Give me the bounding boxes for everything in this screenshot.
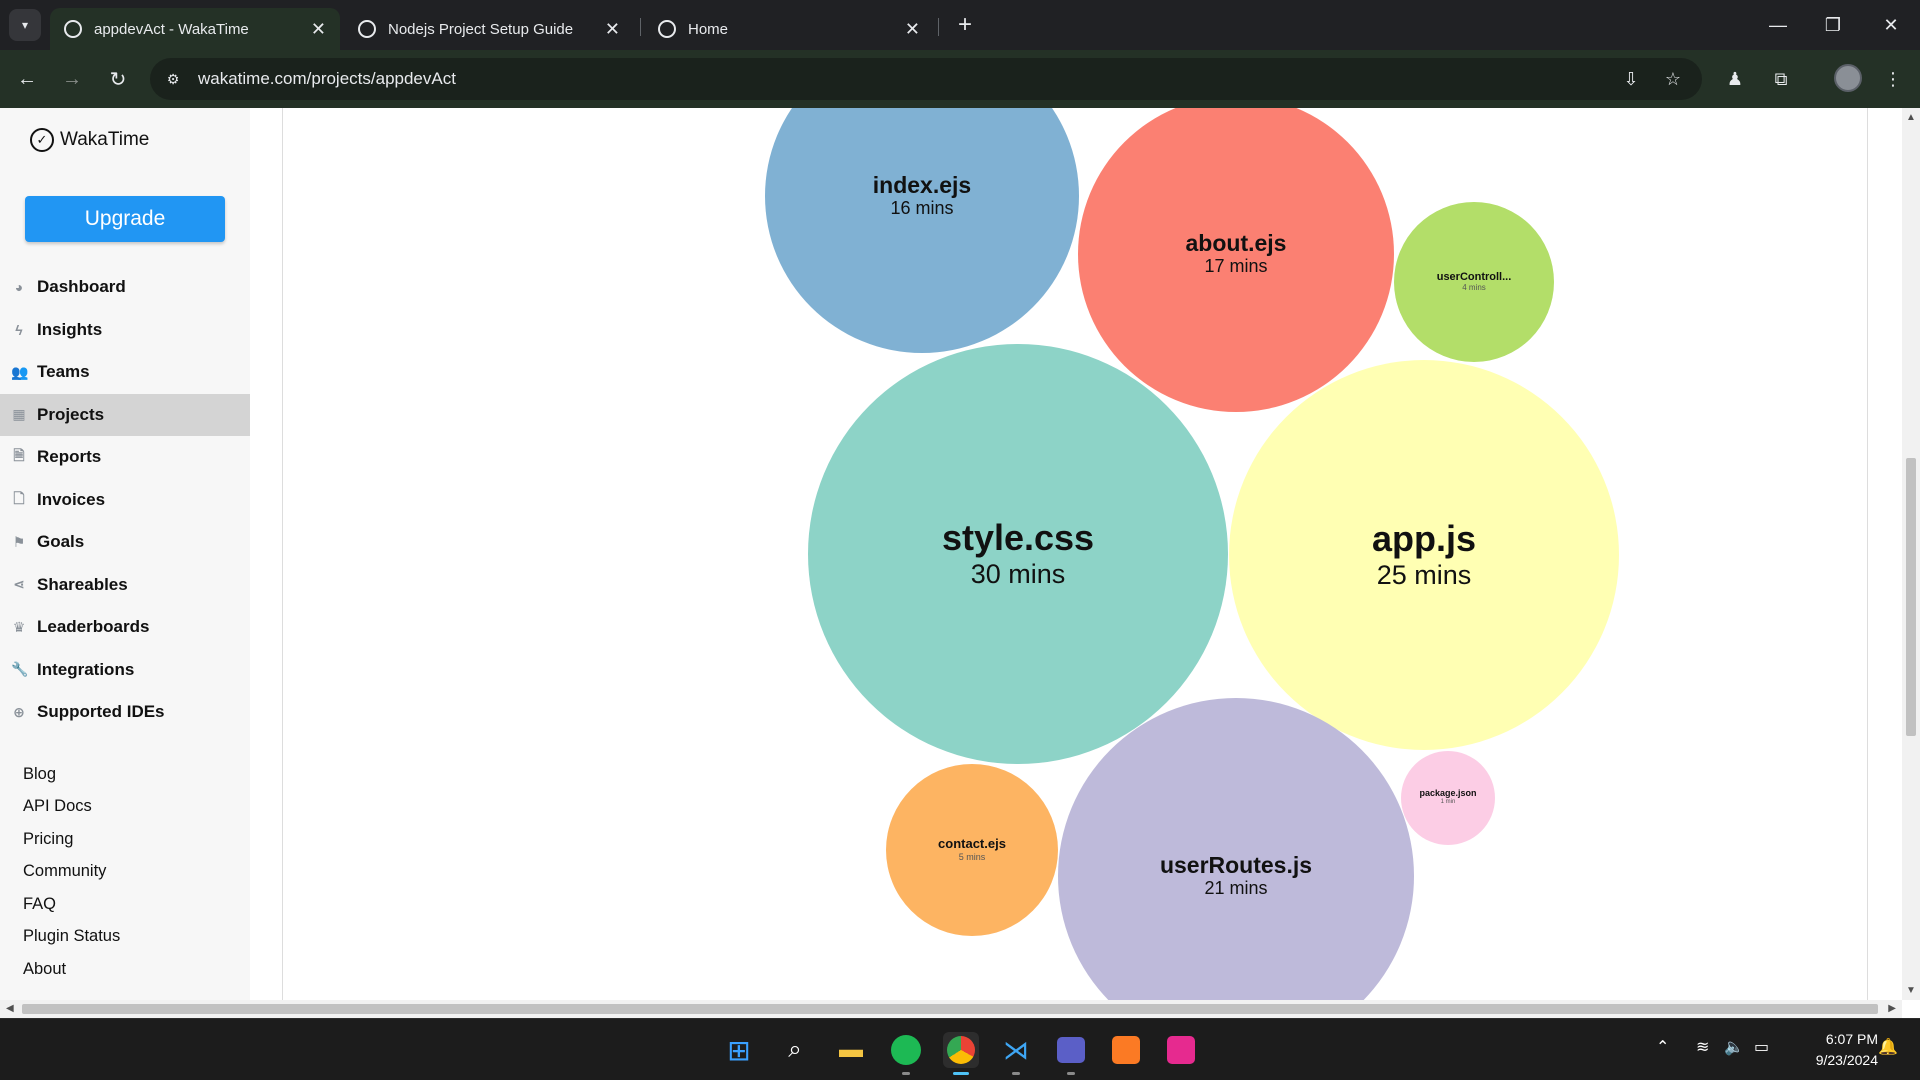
bookmark-star-icon[interactable]: ☆ [1662, 68, 1684, 90]
tab-home[interactable]: Home ✕ [644, 8, 934, 50]
browser-toolbar: ← → ↻ ⚙ wakatime.com/projects/appdevAct … [0, 50, 1920, 108]
bubble-style-css[interactable]: style.css 30 mins [808, 344, 1228, 764]
arrow-left-icon: ← [17, 67, 37, 90]
bubble-duration: 17 mins [1204, 255, 1268, 276]
forward-button[interactable]: → [57, 64, 87, 94]
bubble-user-controller[interactable]: userControll... 4 mins [1394, 202, 1554, 362]
url-text[interactable]: wakatime.com/projects/appdevAct [198, 69, 456, 89]
site-info-icon[interactable]: ⚙ [162, 68, 184, 90]
vertical-scrollbar[interactable]: ▲ ▼ [1902, 108, 1920, 1000]
profile-avatar[interactable] [1834, 64, 1862, 92]
xampp-icon[interactable] [1108, 1032, 1144, 1068]
bubble-file-name: contact.ejs [938, 836, 1006, 852]
spotify-icon[interactable] [888, 1032, 924, 1075]
bubble-app-js[interactable]: app.js 25 mins [1229, 360, 1619, 750]
vscode-icon[interactable]: ⋊ [998, 1032, 1034, 1075]
plus-icon: + [957, 11, 972, 38]
tab-search-button[interactable]: ▾ [9, 9, 41, 41]
scroll-down-icon[interactable]: ▼ [1906, 985, 1916, 996]
minimize-icon: — [1769, 14, 1787, 35]
volume-icon[interactable]: 🔈 [1724, 1037, 1744, 1057]
web-page: ✓ WakaTime Upgrade ◕ Dashboard ϟ Insights … [0, 108, 1902, 1000]
close-icon: ✕ [1883, 14, 1899, 35]
menu-kebab-icon[interactable]: ⋮ [1878, 64, 1908, 94]
bubble-contact-ejs[interactable]: contact.ejs 5 mins [886, 764, 1058, 936]
bubble-file-name: app.js [1371, 518, 1477, 559]
notification-bell-icon[interactable]: 🔔 [1878, 1037, 1898, 1057]
start-windows-icon[interactable]: ⊞ [721, 1032, 757, 1068]
browser-tab-strip: ▾ appdevAct - WakaTime ✕ Nodejs Project … [0, 0, 1920, 50]
extensions-puzzle-icon[interactable]: ⧉ [1766, 64, 1796, 94]
close-window-button[interactable]: ✕ [1871, 8, 1911, 42]
openai-favicon-icon [358, 20, 376, 38]
clock-date: 9/23/2024 [1815, 1052, 1878, 1068]
bubble-package-json[interactable]: package.json 1 min [1401, 751, 1495, 845]
tab-title: Nodejs Project Setup Guide [388, 20, 574, 38]
minimize-button[interactable]: — [1758, 8, 1798, 42]
tab-nodejs-guide[interactable]: Nodejs Project Setup Guide ✕ [344, 8, 634, 50]
extension-icon[interactable]: ♟ [1720, 64, 1750, 94]
tab-separator [938, 18, 939, 36]
teams-icon[interactable] [1053, 1032, 1089, 1075]
horizontal-scrollbar[interactable]: ◀ ▶ [0, 1000, 1902, 1018]
running-indicator [1067, 1072, 1075, 1075]
bubble-duration: 4 mins [1462, 283, 1486, 293]
wampserver-icon[interactable] [1163, 1032, 1199, 1068]
bubble-duration: 1 min [1440, 799, 1456, 806]
reload-button[interactable]: ↻ [103, 64, 133, 94]
bubble-file-name: userControll... [1436, 271, 1512, 284]
tab-title: Home [688, 20, 729, 38]
file-explorer-icon[interactable]: ▬ [833, 1032, 869, 1068]
tab-title: appdevAct - WakaTime [94, 20, 249, 38]
bubble-duration: 25 mins [1376, 559, 1472, 590]
system-clock[interactable]: 6:07 PM 9/23/2024 [1790, 1029, 1878, 1071]
running-indicator [953, 1072, 969, 1075]
tab-separator [640, 18, 641, 36]
close-icon[interactable]: ✕ [311, 19, 326, 40]
wifi-icon[interactable]: ≋ [1696, 1037, 1709, 1057]
back-button[interactable]: ← [12, 64, 42, 94]
bubble-file-name: about.ejs [1185, 229, 1287, 256]
bubble-user-routes-js[interactable]: userRoutes.js 21 mins [1058, 698, 1414, 1000]
bubble-file-name: style.css [941, 517, 1095, 558]
bubble-duration: 30 mins [970, 558, 1066, 589]
chevron-down-icon: ▾ [21, 18, 29, 32]
reload-icon: ↻ [109, 68, 127, 91]
close-icon[interactable]: ✕ [605, 19, 620, 40]
bubble-file-name: userRoutes.js [1159, 851, 1313, 878]
scroll-up-icon[interactable]: ▲ [1906, 112, 1916, 123]
search-icon[interactable]: ⌕ [777, 1032, 813, 1068]
install-app-icon[interactable]: ⇩ [1620, 68, 1642, 90]
close-icon[interactable]: ✕ [905, 19, 920, 40]
wakatime-favicon-icon [64, 20, 82, 38]
bubble-about-ejs[interactable]: about.ejs 17 mins [1078, 108, 1394, 412]
address-bar[interactable]: ⚙ wakatime.com/projects/appdevAct ⇩ ☆ [150, 58, 1702, 100]
clock-time: 6:07 PM [1825, 1031, 1878, 1047]
bubble-index-ejs[interactable]: index.ejs 16 mins [765, 108, 1079, 353]
restore-icon: ❐ [1824, 14, 1842, 35]
scroll-thumb[interactable] [1906, 458, 1916, 736]
scroll-thumb[interactable] [22, 1004, 1878, 1014]
bubble-file-name: package.json [1419, 788, 1477, 799]
bubble-duration: 21 mins [1204, 877, 1268, 898]
new-tab-button[interactable]: + [950, 10, 980, 40]
tab-appdevact[interactable]: appdevAct - WakaTime ✕ [50, 8, 340, 50]
bubble-duration: 16 mins [890, 197, 954, 218]
scroll-right-icon[interactable]: ▶ [1888, 1003, 1896, 1014]
scroll-left-icon[interactable]: ◀ [6, 1003, 14, 1014]
windows-taskbar: ⊞ ⌕ ▬ ⋊ ⌃ ≋ 🔈 ▭ 6:07 PM 9/23/2024 🔔 [0, 1018, 1920, 1080]
bubble-duration: 5 mins [958, 851, 986, 862]
globe-icon [658, 20, 676, 38]
file-bubble-chart: index.ejs 16 mins about.ejs 17 mins user… [0, 108, 1902, 1000]
bubble-file-name: index.ejs [872, 171, 972, 198]
arrow-right-icon: → [62, 67, 82, 90]
battery-icon[interactable]: ▭ [1754, 1037, 1769, 1057]
chrome-icon[interactable] [943, 1032, 979, 1075]
running-indicator [902, 1072, 910, 1075]
running-indicator [1012, 1072, 1020, 1075]
restore-button[interactable]: ❐ [1813, 8, 1853, 42]
chevron-up-icon[interactable]: ⌃ [1656, 1037, 1669, 1057]
